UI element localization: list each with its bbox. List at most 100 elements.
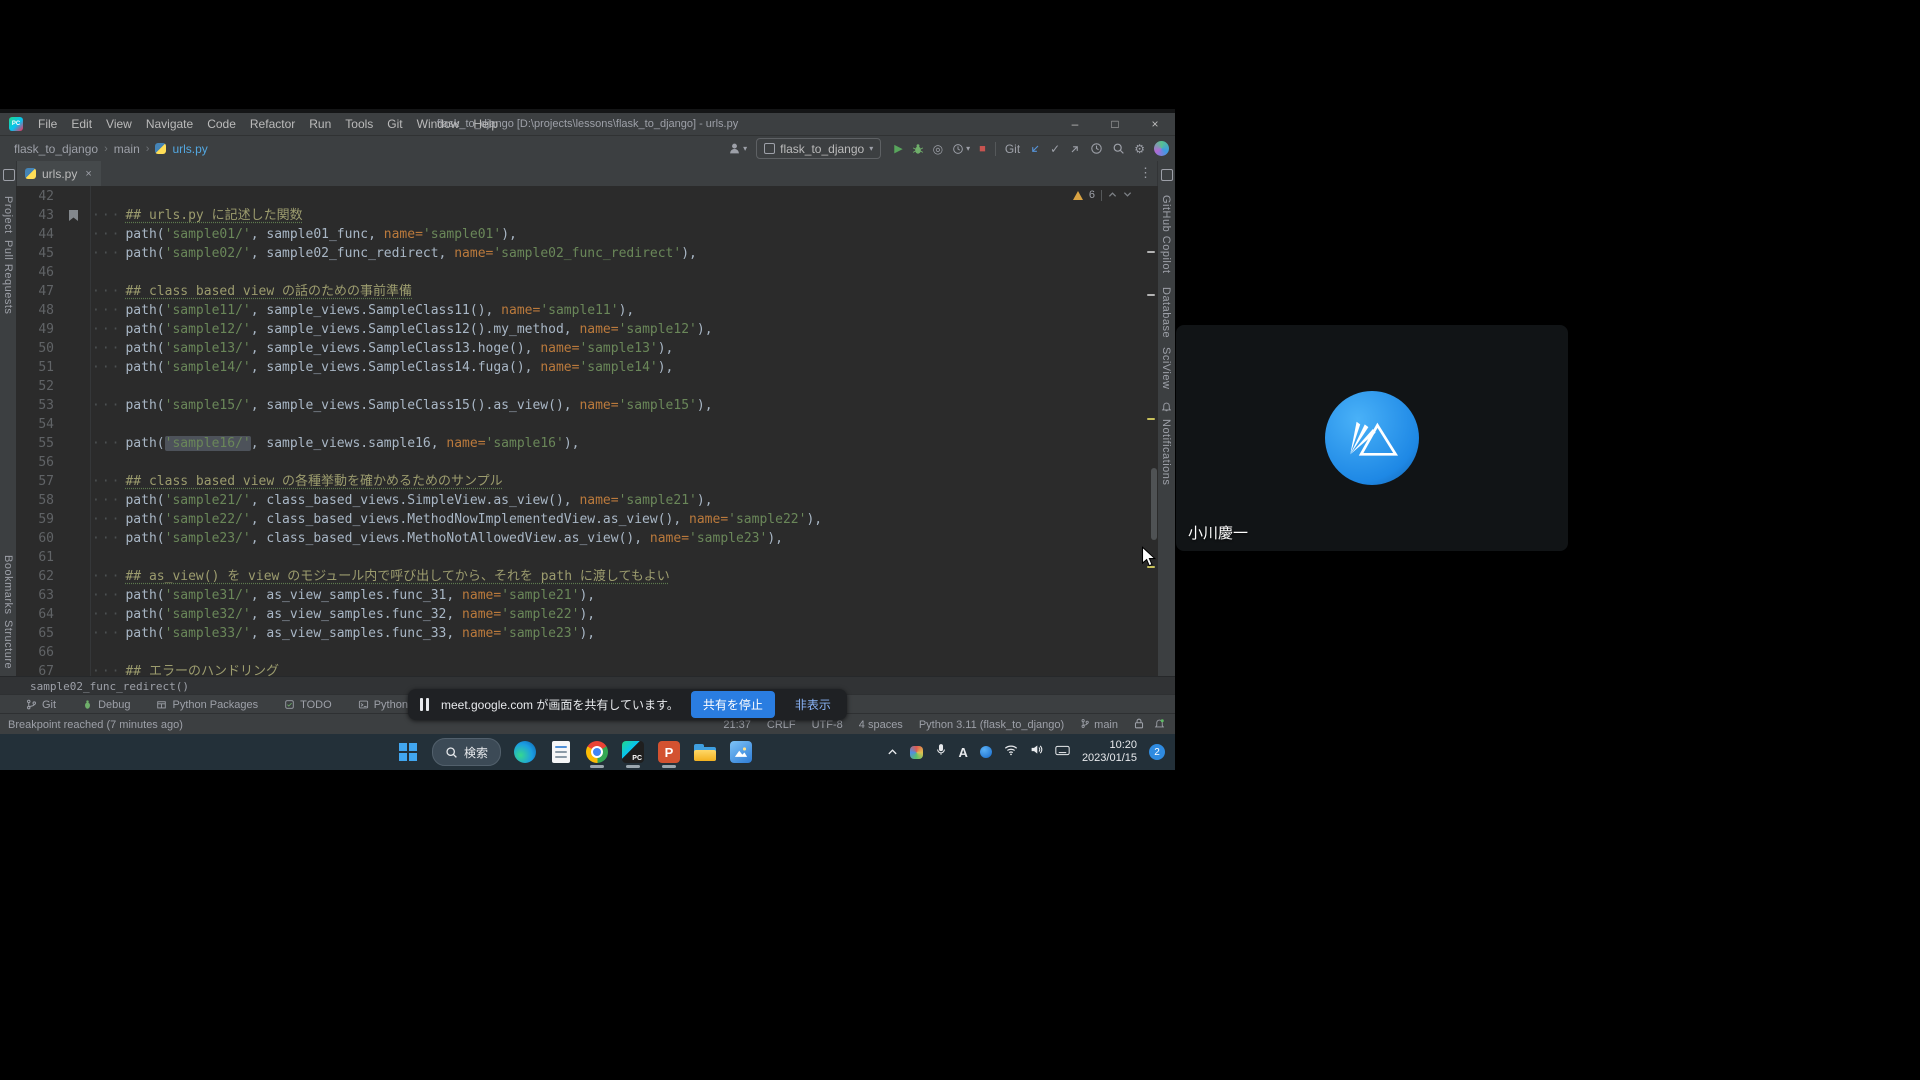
line-number[interactable]: 59 [16,510,54,529]
line-number[interactable]: 53 [16,396,54,415]
tool-stripe-structure[interactable]: Structure [2,620,14,669]
gutter-slot[interactable] [54,225,92,244]
menu-refactor[interactable]: Refactor [243,113,302,135]
gutter-slot[interactable] [54,206,92,225]
code-line[interactable]: 63···path('sample31/', as_view_samples.f… [16,586,1158,605]
wifi-icon[interactable] [1004,743,1018,761]
history-icon[interactable] [1090,142,1103,155]
line-number[interactable]: 55 [16,434,54,453]
code-line[interactable]: 67···## エラーのハンドリング [16,662,1158,676]
line-number[interactable]: 52 [16,377,54,396]
taskbar-clock[interactable]: 10:20 2023/01/15 [1082,739,1137,765]
code-line[interactable]: 55···path('sample16/', sample_views.samp… [16,434,1158,453]
close-button[interactable]: × [1135,113,1175,135]
gutter-slot[interactable] [54,339,92,358]
gutter-slot[interactable] [54,605,92,624]
volume-icon[interactable] [1030,743,1043,761]
line-number[interactable]: 54 [16,415,54,434]
code-line[interactable]: 64···path('sample32/', as_view_samples.f… [16,605,1158,624]
stop-sharing-button[interactable]: 共有を停止 [691,691,775,718]
notifications-bell-icon[interactable] [1161,399,1172,417]
line-number[interactable]: 62 [16,567,54,586]
code-line[interactable]: 47···## class based view の話のための事前準備 [16,282,1158,301]
search-icon[interactable] [1112,142,1125,155]
gutter-slot[interactable] [54,453,92,472]
gutter-slot[interactable] [54,567,92,586]
status-21-37[interactable]: 21:37 [723,719,751,731]
code-line[interactable]: 57···## class based view の各種挙動を確かめるためのサン… [16,472,1158,491]
line-number[interactable]: 42 [16,187,54,206]
code-line[interactable]: 56 [16,453,1158,472]
gutter-slot[interactable] [54,643,92,662]
gutter-slot[interactable] [54,415,92,434]
powerpoint-icon[interactable]: P [657,734,681,770]
code-line[interactable]: 52 [16,377,1158,396]
chrome-icon[interactable] [585,734,609,770]
code-with-me-icon[interactable]: ▾ [728,142,747,155]
gutter-slot[interactable] [54,377,92,396]
stripe-mark[interactable] [1147,251,1155,253]
run-config-select[interactable]: flask_to_django ▾ [756,138,881,159]
menu-tools[interactable]: Tools [338,113,380,135]
line-number[interactable]: 46 [16,263,54,282]
gutter-slot[interactable] [54,282,92,301]
line-number[interactable]: 50 [16,339,54,358]
tool-button-todo[interactable]: TODO [284,699,332,711]
breadcrumb-flask-to-django[interactable]: flask_to_django [14,142,98,156]
gutter-slot[interactable] [54,510,92,529]
line-number[interactable]: 45 [16,244,54,263]
status-crlf[interactable]: CRLF [767,719,796,731]
notification-bell-icon[interactable] [1154,718,1165,732]
profiler-button[interactable]: ▾ [952,143,970,155]
project-folder-icon[interactable] [3,169,15,181]
code-line[interactable]: 58···path('sample21/', class_based_views… [16,491,1158,510]
menu-navigate[interactable]: Navigate [139,113,200,135]
code-line[interactable]: 50···path('sample13/', sample_views.Samp… [16,339,1158,358]
coverage-button[interactable]: ◎ [933,142,943,156]
more-options-icon[interactable]: ⋮ [1139,165,1152,181]
taskbar-search[interactable]: 検索 [432,738,501,766]
line-number[interactable]: 48 [16,301,54,320]
status-message[interactable]: Breakpoint reached (7 minutes ago) [8,719,183,731]
line-number[interactable]: 66 [16,643,54,662]
tab-urls-py[interactable]: urls.py × [16,161,101,186]
debug-button[interactable] [912,143,924,155]
scrollbar[interactable] [1151,468,1157,540]
gutter-slot[interactable] [54,263,92,282]
tool-stripe-github-copilot[interactable]: GitHub Copilot [1160,195,1172,274]
start-button[interactable] [396,734,420,770]
code-line[interactable]: 48···path('sample11/', sample_views.Samp… [16,301,1158,320]
code-line[interactable]: 46 [16,263,1158,282]
status-main[interactable]: main [1080,718,1118,732]
hide-button[interactable]: 非表示 [787,691,839,718]
gutter-slot[interactable] [54,396,92,415]
screen-share-indicator-icon[interactable] [980,746,992,758]
pycharm-taskbar-icon[interactable]: PC [621,734,645,770]
gutter-slot[interactable] [54,358,92,377]
line-number[interactable]: 63 [16,586,54,605]
line-number[interactable]: 60 [16,529,54,548]
gutter-slot[interactable] [54,662,92,676]
gutter-slot[interactable] [54,244,92,263]
file-explorer-icon[interactable] [693,734,717,770]
code-line[interactable]: 45···path('sample02/', sample02_func_red… [16,244,1158,263]
tool-stripe-notifications[interactable]: Notifications [1160,419,1172,485]
ime-indicator[interactable]: A [959,745,968,760]
line-number[interactable]: 43 [16,206,54,225]
code-line[interactable]: 44···path('sample01/', sample01_func, na… [16,225,1158,244]
code-line[interactable]: 62···## as_view() を view のモジュール内で呼び出してから… [16,567,1158,586]
code-line[interactable]: 42 [16,187,1158,206]
git-widget-label[interactable]: Git [1005,142,1020,156]
menu-git[interactable]: Git [380,113,409,135]
notification-badge[interactable]: 2 [1149,744,1165,760]
code-line[interactable]: 49···path('sample12/', sample_views.Samp… [16,320,1158,339]
notepad-icon[interactable] [549,734,573,770]
lock-icon[interactable] [1134,718,1144,732]
git-push-icon[interactable] [1069,143,1081,155]
git-commit-icon[interactable]: ✓ [1050,142,1060,156]
line-number[interactable]: 51 [16,358,54,377]
status-4-spaces[interactable]: 4 spaces [859,719,903,731]
stripe-mark[interactable] [1147,294,1155,296]
menu-view[interactable]: View [99,113,139,135]
code-line[interactable]: 65···path('sample33/', as_view_samples.f… [16,624,1158,643]
